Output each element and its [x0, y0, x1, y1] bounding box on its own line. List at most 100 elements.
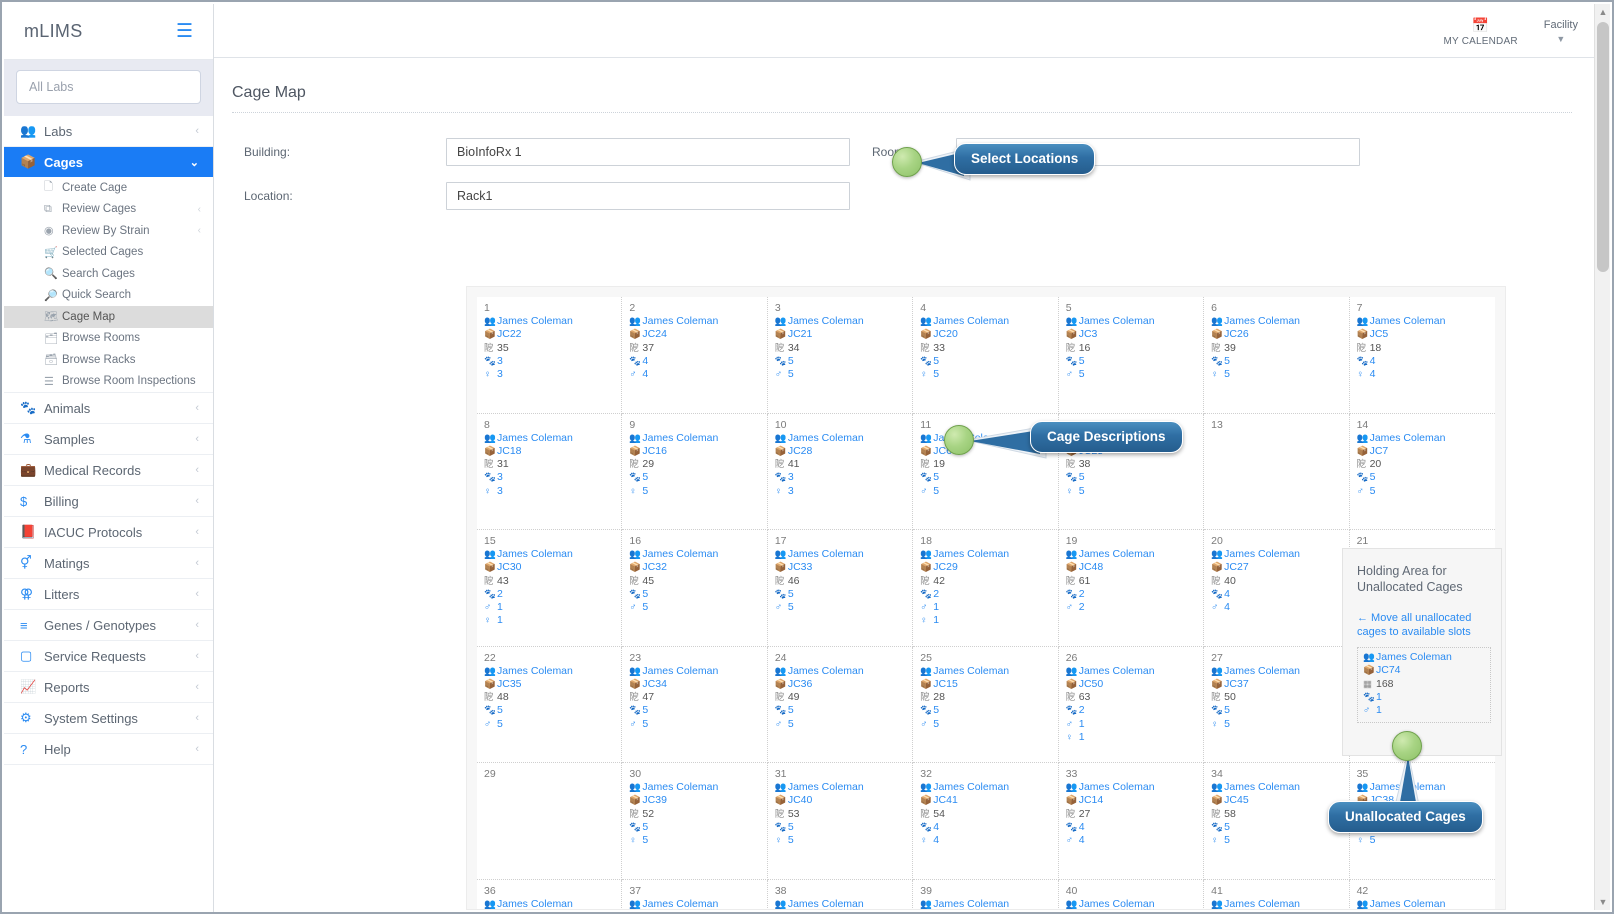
cage-cell[interactable]: 37👥James Coleman📦JC43 — [622, 879, 768, 909]
cage-cell[interactable]: 1 👥 James Coleman 📦 JC22 阸 35 🐾 3 ♀ 3 — [477, 297, 623, 414]
cage-cell[interactable]: 22 👥 James Coleman 📦 JC35 阸 48 🐾 5 ♂ 5 — [477, 646, 623, 763]
cage-cell[interactable]: 39👥James Coleman📦JC13 — [913, 879, 1059, 909]
male-icon: ♂ — [920, 602, 928, 614]
submenu-item-cage-map[interactable]: 🗺 Cage Map — [4, 306, 213, 328]
scroll-down-icon[interactable]: ▼ — [1595, 894, 1611, 910]
cage-cell[interactable]: 40👥James Coleman📦JC47 — [1058, 879, 1205, 910]
cage-cell[interactable]: 4 👥 James Coleman 📦 JC20 阸 33 🐾 5 ♀ 5 — [913, 297, 1059, 414]
submenu-item-selected-cages[interactable]: 🛒 Selected Cages — [4, 242, 213, 264]
female-icon: ♀ — [1211, 369, 1219, 381]
lab-search-input[interactable]: All Labs — [16, 70, 201, 104]
submenu-item-browse-racks[interactable]: 🗃 Browse Racks — [4, 349, 213, 371]
calendar-icon: 📅 — [1471, 17, 1490, 33]
strain: 37 — [642, 341, 655, 354]
sidebar-item-system-settings[interactable]: ⚙ System Settings ‹ — [4, 703, 213, 733]
cage-cell[interactable]: 23 👥 James Coleman 📦 JC34 阸 47 🐾 5 ♂ 5 — [622, 646, 768, 763]
sidebar-item-matings[interactable]: ⚥ Matings ‹ — [4, 548, 213, 578]
submenu-item-browse-rooms[interactable]: 🗂 Browse Rooms — [4, 328, 213, 350]
cage-detail-line: 🐾4 — [1357, 355, 1489, 368]
vertical-scrollbar[interactable]: ▲ ▼ — [1594, 4, 1610, 910]
facility-selector[interactable]: Facility ▼ — [1544, 17, 1578, 44]
cage-slot-number: 8 — [484, 418, 490, 431]
sidebar-item-reports[interactable]: 📈 Reports ‹ — [4, 672, 213, 702]
cage-cell[interactable]: 10 👥 James Coleman 📦 JC28 阸 41 🐾 3 ♀ 3 — [767, 413, 914, 530]
submenu-item-create-cage[interactable]: 🗋 Create Cage — [4, 177, 213, 199]
strain: 19 — [933, 458, 945, 471]
sidebar-item-service-requests[interactable]: ▢ Service Requests ‹ — [4, 641, 213, 671]
cage-cell[interactable]: 36👥James Coleman📦JC44 — [477, 879, 623, 909]
my-calendar-button[interactable]: 📅 MY CALENDAR — [1444, 14, 1518, 47]
unallocated-cage-card[interactable]: 👥 James Coleman 📦 JC74 ▦ 168 🐾 1 ♂ 1 — [1357, 647, 1491, 724]
cage-cell[interactable]: 24 👥 James Coleman 📦 JC36 阸 49 🐾 5 ♂ 5 — [767, 646, 914, 763]
cage-cell[interactable]: 14 👥 James Coleman 📦 JC7 阸 20 🐾 5 ♂ 5 — [1349, 413, 1495, 530]
cage-cell[interactable]: 16 👥 James Coleman 📦 JC32 阸 45 🐾 5 ♂ 5 — [622, 530, 768, 647]
sidebar-item-genes-genotypes[interactable]: ≡ Genes / Genotypes ‹ — [4, 610, 213, 640]
cage-cell[interactable]: 5 👥 James Coleman 📦 JC3 阸 16 🐾 5 ♂ 5 — [1058, 297, 1205, 414]
grid-icon: 阸 — [1065, 692, 1076, 704]
cage-cell[interactable]: 30 👥 James Coleman 📦 JC39 阸 52 🐾 5 ♀ 5 — [622, 763, 768, 880]
sidebar-item-help[interactable]: ? Help ‹ — [4, 734, 213, 764]
owner: James Coleman — [1078, 897, 1155, 910]
location-label: Location: — [244, 189, 293, 203]
cage-detail-line: 📦 JC48 — [1066, 561, 1197, 574]
sidebar-item-billing[interactable]: $ Billing ‹ — [4, 486, 213, 516]
cage-cell[interactable]: 32 👥 James Coleman 📦 JC41 阸 54 🐾 4 ♀ 4 — [913, 763, 1059, 880]
scrollbar-thumb[interactable] — [1597, 22, 1609, 272]
sidebar-item-litters[interactable]: ⚢ Litters ‹ — [4, 579, 213, 609]
cage-cell[interactable]: 6 👥 James Coleman 📦 JC26 阸 39 🐾 5 ♀ 5 — [1204, 297, 1350, 414]
cage-detail-line: 阸 41 — [775, 458, 906, 471]
submenu-item-search-cages[interactable]: 🔍 Search Cages — [4, 263, 213, 285]
cage-cell[interactable]: 38👥James Coleman📦JC46 — [767, 879, 914, 909]
cage-slot-number: 33 — [1065, 768, 1078, 780]
strain: 46 — [787, 574, 800, 587]
chart-icon: 📈 — [20, 679, 37, 694]
cage-cell[interactable]: 3 👥 James Coleman 📦 JC21 阸 34 🐾 5 ♂ 5 — [767, 297, 914, 414]
submenu-item-review-by-strain[interactable]: ◉ Review By Strain ‹ — [4, 220, 213, 242]
cage-cell[interactable]: 8 👥 James Coleman 📦 JC18 阸 31 🐾 3 ♀ 3 — [477, 413, 623, 530]
box-icon: 📦 — [1211, 562, 1223, 574]
cage-cell[interactable]: 19 👥 James Coleman 📦 JC48 阸 61 🐾 2 ♂ 2 — [1058, 530, 1205, 647]
cage-detail-line: ♂4 — [1211, 601, 1342, 614]
submenu-item-quick-search[interactable]: 🔎 Quick Search — [4, 285, 213, 307]
cage-cell[interactable]: 26 👥 James Coleman 📦 JC50 阸 63 🐾 2 ♂ 1 ♀ 1 — [1058, 646, 1205, 763]
cage-cell[interactable]: 2 👥 James Coleman 📦 JC24 阸 37 🐾 4 ♂ 4 — [622, 297, 768, 414]
cage-cell[interactable]: 41👥James Coleman📦JC10 — [1204, 879, 1350, 909]
cage-cell[interactable]: 7 👥 James Coleman 📦 JC5 阸 18 🐾 4 ♀ 4 — [1349, 297, 1495, 414]
location-input[interactable]: Rack1 — [446, 182, 850, 210]
cage-detail-line: ♀ 4 — [920, 834, 1051, 847]
sex-count: 4 — [1369, 368, 1376, 381]
sidebar-item-medical-records[interactable]: 💼 Medical Records ‹ — [4, 455, 213, 485]
cage-detail-line: 👥James Coleman — [1066, 665, 1197, 678]
animals: 5 — [787, 704, 794, 717]
cage-cell[interactable]: 9 👥 James Coleman 📦 JC16 阸 29 🐾 5 ♀ 5 — [622, 413, 768, 530]
sidebar-item-labs[interactable]: 👥 Labs ‹ — [4, 116, 213, 146]
cage-cell[interactable]: 17 👥 James Coleman 📦 JC33 阸 46 🐾 5 ♂ 5 — [767, 530, 914, 647]
submenu-item-review-cages[interactable]: ⧉ Review Cages ‹ — [4, 199, 213, 221]
grid-icon: 阸 — [484, 575, 494, 587]
move-unallocated-link[interactable]: ← Move all unallocated cages to availabl… — [1343, 595, 1501, 639]
sidebar-item-samples[interactable]: ⚗ Samples ‹ — [4, 424, 213, 454]
chevron-left-icon: ‹ — [195, 557, 199, 569]
paw-icon: 🐾 — [20, 400, 37, 415]
cage-detail-line: ♂ 2 — [1066, 601, 1197, 614]
cage-cell[interactable]: 18 👥 James Coleman 📦 JC29 阸 42 🐾 2 ♂ 1 ♀ 1 — [913, 530, 1059, 647]
strain: 42 — [933, 574, 945, 587]
cage-cell[interactable]: 20 👥 James Coleman 📦 JC27 阸 40 🐾 4 ♂ 4 — [1204, 530, 1350, 647]
hamburger-icon[interactable]: ☰ — [176, 22, 193, 41]
cage-cell[interactable]: 42👥James Coleman📦JC9 — [1349, 879, 1495, 909]
scroll-up-icon[interactable]: ▲ — [1595, 4, 1611, 20]
submenu-item-browse-room-inspections[interactable]: ☰ Browse Room Inspections — [4, 371, 213, 393]
building-input[interactable]: BioInfoRx 1 — [446, 138, 850, 166]
cage-cell[interactable]: 29 — [477, 763, 623, 880]
cage-cell[interactable]: 31 👥 James Coleman 📦 JC40 阸 53 🐾 5 ♀ 5 — [767, 763, 914, 880]
cage-cell[interactable]: 25 👥 James Coleman 📦 JC15 阸 28 🐾 5 ♂ 5 — [913, 646, 1059, 763]
cage-detail-line: 👥James Coleman — [775, 781, 906, 794]
male-icon: ♂ — [629, 718, 637, 730]
sidebar-item-cages[interactable]: 📦 Cages ⌄ — [4, 147, 213, 177]
cage-cell[interactable]: 13 — [1204, 413, 1350, 530]
sidebar-item-animals[interactable]: 🐾 Animals ‹ — [4, 393, 213, 423]
cage-cell[interactable]: 33 👥 James Coleman 📦 JC14 阸 27 🐾 4 ♂ 4 — [1058, 763, 1205, 880]
cage-cell[interactable]: 15 👥 James Coleman 📦 JC30 阸 43 🐾 2 ♂ 1 ♀ 1 — [477, 530, 623, 647]
sidebar-item-iacuc-protocols[interactable]: 📕 IACUC Protocols ‹ — [4, 517, 213, 547]
cage-detail-line: ♂ 5 — [920, 718, 1051, 731]
